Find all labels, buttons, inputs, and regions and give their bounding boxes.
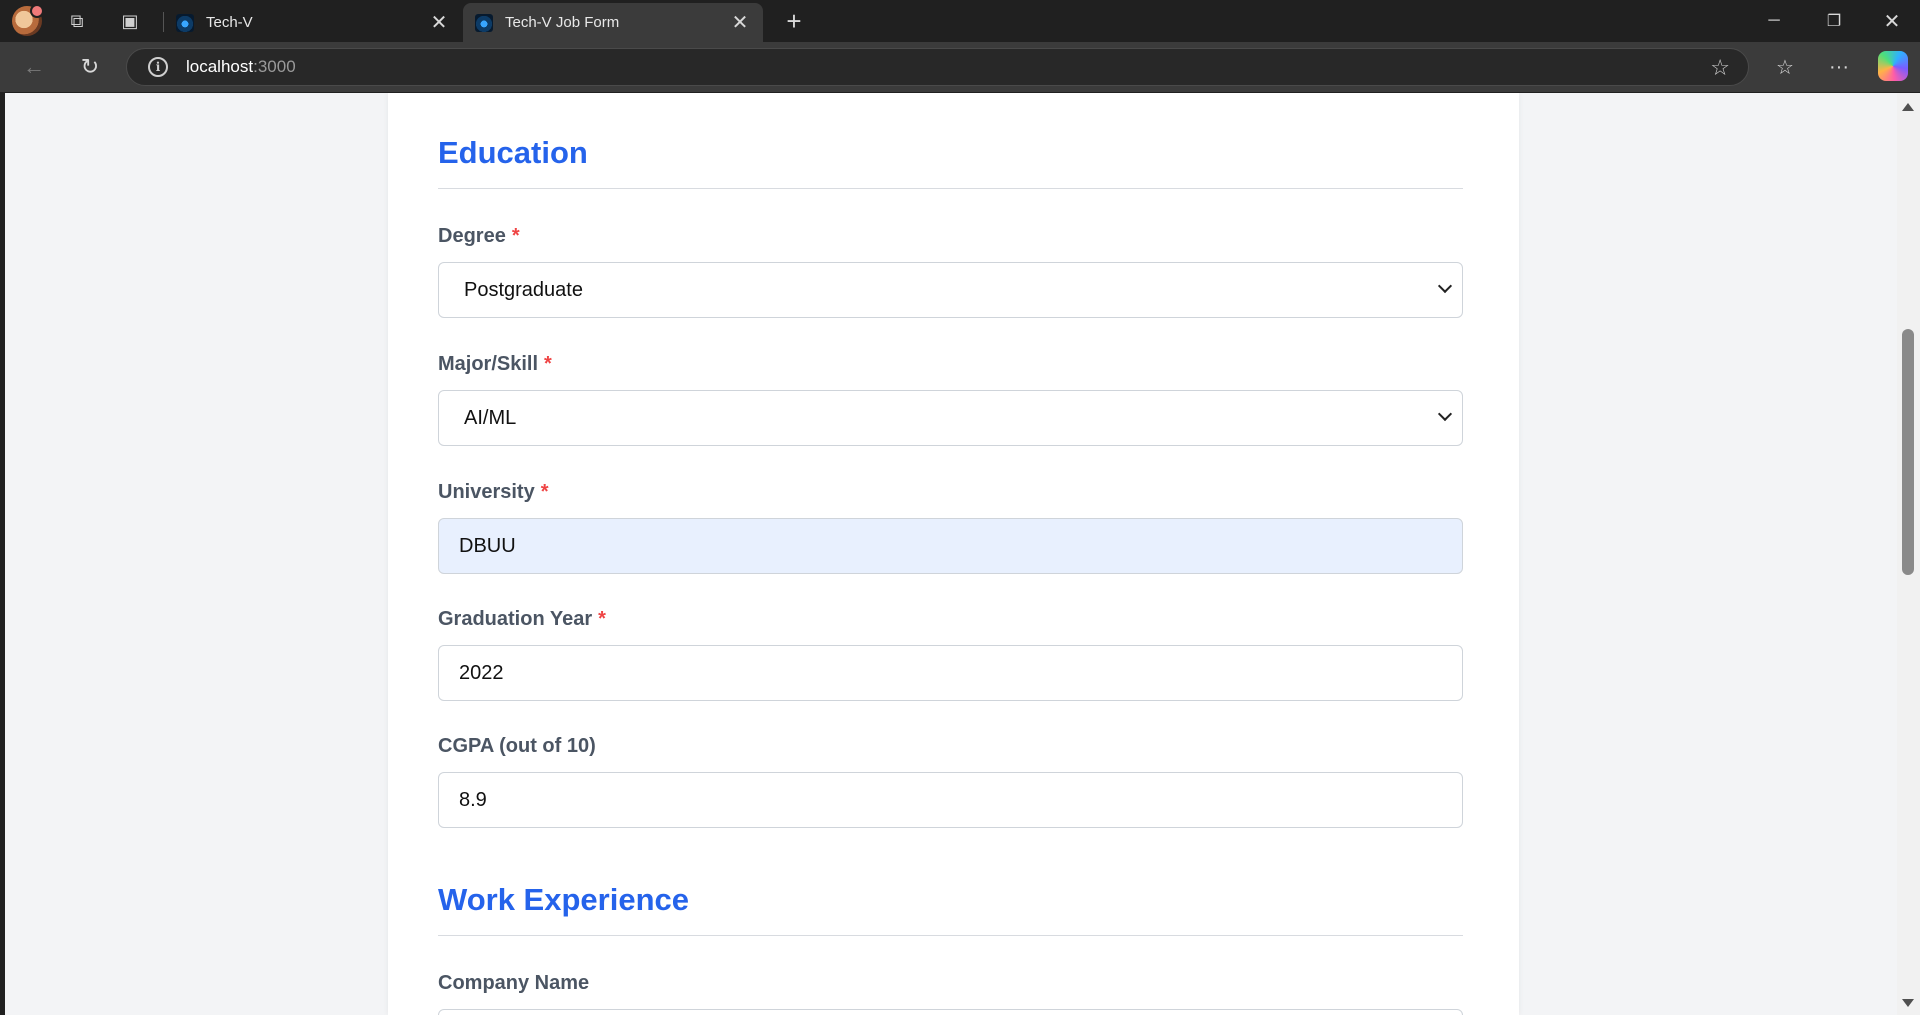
url-text[interactable]: localhost:3000	[186, 57, 296, 77]
input-value: 2022	[459, 661, 504, 684]
section-divider	[438, 935, 1463, 936]
input-value: 8.9	[459, 788, 487, 811]
tab-actions-icon[interactable]: ▣	[110, 1, 150, 41]
site-favicon-icon	[176, 13, 194, 32]
chevron-down-icon	[1437, 278, 1453, 294]
university-input[interactable]: DBUU	[438, 518, 1463, 574]
restore-button[interactable]: ❐	[1806, 0, 1862, 42]
company-name-label: Company Name	[438, 972, 590, 994]
work-experience-section-title: Work Experience	[438, 882, 689, 917]
section-divider	[438, 188, 1463, 189]
close-icon[interactable]: ✕	[729, 10, 751, 35]
degree-select[interactable]: Postgraduate	[438, 262, 1463, 318]
major-skill-label: Major/Skill *	[438, 353, 552, 376]
minimize-button[interactable]: ─	[1746, 0, 1802, 42]
profile-avatar[interactable]	[12, 4, 44, 36]
address-bar[interactable]: i localhost:3000 ☆	[126, 48, 1749, 86]
degree-label: Degree *	[438, 225, 520, 248]
selected-value: Postgraduate	[464, 278, 583, 301]
label-text: Graduation Year	[438, 608, 593, 630]
tab-title: Tech-V Job Form	[505, 14, 620, 31]
education-section-title: Education	[438, 135, 588, 170]
scroll-up-arrow-icon[interactable]	[1902, 103, 1914, 111]
back-arrow-icon[interactable]: ←	[14, 47, 54, 87]
label-text: Degree	[438, 225, 506, 247]
new-tab-button[interactable]: +	[774, 1, 814, 41]
cgpa-input[interactable]: 8.9	[438, 772, 1463, 828]
favorites-icon[interactable]: ☆	[1765, 47, 1805, 87]
close-icon[interactable]: ✕	[428, 10, 450, 35]
selected-value: AI/ML	[464, 406, 517, 429]
site-favicon-icon	[475, 13, 493, 32]
page-viewport: Education Degree * Postgraduate Major/Ski…	[5, 93, 1897, 1015]
workspaces-icon[interactable]: ⧉	[57, 1, 97, 41]
more-icon[interactable]: ···	[1819, 47, 1859, 87]
graduation-year-input[interactable]: 2022	[438, 645, 1463, 701]
company-name-input[interactable]	[438, 1009, 1463, 1015]
input-value: DBUU	[459, 534, 516, 557]
required-marker: *	[544, 353, 552, 375]
label-text: Major/Skill	[438, 353, 539, 375]
job-form-card: Education Degree * Postgraduate Major/Ski…	[388, 93, 1519, 1015]
url-host: localhost	[186, 57, 254, 76]
graduation-year-label: Graduation Year *	[438, 608, 606, 631]
cgpa-label: CGPA (out of 10)	[438, 735, 596, 757]
close-window-button[interactable]: ✕	[1864, 0, 1920, 42]
copilot-icon[interactable]	[1878, 51, 1908, 81]
scroll-down-arrow-icon[interactable]	[1902, 999, 1914, 1007]
tab-tech-v[interactable]: Tech-V ✕	[164, 3, 462, 42]
university-label: University *	[438, 481, 549, 504]
url-port: :3000	[253, 57, 296, 76]
major-skill-select[interactable]: AI/ML	[438, 390, 1463, 446]
tab-title: Tech-V	[206, 14, 253, 31]
required-marker: *	[511, 225, 520, 247]
site-info-icon[interactable]: i	[148, 57, 168, 77]
star-icon[interactable]: ☆	[1710, 55, 1730, 81]
label-text: University	[438, 481, 535, 503]
chevron-down-icon	[1437, 406, 1453, 422]
tab-tech-v-job-form[interactable]: Tech-V Job Form ✕	[463, 3, 763, 42]
scrollbar-thumb[interactable]	[1902, 329, 1914, 575]
required-marker: *	[540, 481, 549, 503]
browser-toolbar: ← ↻ i localhost:3000 ☆ ☆ ···	[0, 42, 1920, 92]
page-scrollbar[interactable]	[1897, 93, 1920, 1015]
browser-titlebar: ⧉ ▣ Tech-V ✕ Tech-V Job Form ✕ + ─ ❐ ✕	[0, 0, 1920, 42]
refresh-icon[interactable]: ↻	[70, 47, 110, 87]
required-marker: *	[598, 608, 606, 630]
